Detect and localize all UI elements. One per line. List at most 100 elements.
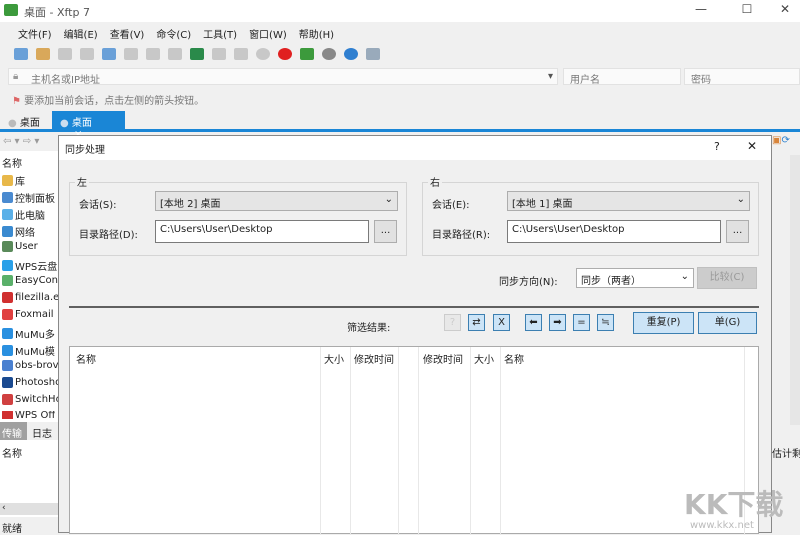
help-icon[interactable] (344, 48, 358, 60)
menu-bar: 文件(F) 编辑(E) 查看(V) 命令(C) 工具(T) 窗口(W) 帮助(H… (0, 22, 800, 42)
new-session-icon[interactable] (14, 48, 28, 60)
dialog-title-bar: 同步处理 ? ✕ (59, 136, 771, 160)
left-session-select[interactable]: [本地 2] 桌面 ⌄ (155, 191, 398, 211)
list-item[interactable]: 控制面板 (2, 190, 55, 205)
window-title: 桌面 - Xftp 7 (24, 6, 90, 19)
menu-command[interactable]: 命令(C) (150, 22, 197, 42)
sync-dialog: 同步处理 ? ✕ 左 会话(S): [本地 2] 桌面 ⌄ 目录路径(D): C:… (58, 135, 772, 535)
column-modified-left[interactable]: 修改时间 (354, 351, 394, 366)
connect-icon[interactable] (58, 48, 72, 60)
local-file-pane: ⇦ ▾ ⇨ ▾ 名称 库 控制面板 此电脑 网络 User WPS云盘 Easy… (0, 135, 65, 535)
column-estimated[interactable]: 估计剩 (772, 445, 800, 460)
list-item[interactable]: Foxmail (2, 309, 54, 320)
chat-icon[interactable] (366, 48, 380, 60)
transfer-column-name[interactable]: 名称 (2, 445, 22, 460)
xftp-icon[interactable] (300, 48, 314, 60)
right-path-label: 目录路径(R): (432, 230, 491, 241)
menu-file[interactable]: 文件(F) (12, 22, 58, 42)
direction-label: 同步方向(N): (499, 277, 558, 288)
menu-window[interactable]: 窗口(W) (243, 22, 293, 42)
list-item[interactable]: EasyConn (2, 275, 64, 286)
dialog-close-button[interactable]: ✕ (747, 139, 757, 153)
tab-label: 桌面 (19, 118, 40, 129)
dialog-title: 同步处理 (65, 145, 105, 156)
disconnect-icon[interactable] (80, 48, 94, 60)
refresh-icon[interactable]: ▣⟳ (772, 135, 800, 151)
menu-view[interactable]: 查看(V) (104, 22, 151, 42)
list-item[interactable]: WPS云盘 (2, 258, 57, 273)
session-settings-icon[interactable] (102, 48, 116, 60)
right-session-select[interactable]: [本地 1] 桌面 ⌄ (507, 191, 750, 211)
list-item[interactable]: MuMu模 (2, 343, 55, 358)
horizontal-scrollbar[interactable]: ‹ (0, 503, 58, 515)
upload-icon[interactable] (146, 48, 160, 60)
sync-file-list[interactable]: 名称 大小 修改时间 修改时间 大小 名称 (69, 346, 759, 535)
xftp-logo-icon (4, 4, 18, 16)
left-path-label: 目录路径(D): (79, 230, 138, 241)
arrow-flag-icon: ⚑ (12, 96, 21, 107)
chevron-down-icon[interactable]: ▾ (548, 71, 553, 82)
list-item[interactable]: 网络 (2, 224, 35, 239)
filter-unknown-button[interactable]: ? (444, 314, 461, 331)
divider (69, 306, 759, 308)
list-item[interactable]: SwitchHo (2, 394, 62, 405)
tab-desktop-1[interactable]: ● 桌面 (0, 111, 52, 131)
toolbar (0, 42, 800, 66)
column-size-right[interactable]: 大小 (474, 351, 494, 366)
record-icon[interactable] (256, 48, 270, 60)
list-item[interactable]: Photosho (2, 377, 61, 388)
right-browse-button[interactable]: ... (726, 220, 749, 243)
minimize-button[interactable]: — (686, 2, 716, 16)
menu-tools[interactable]: 工具(T) (197, 22, 243, 42)
list-item[interactable]: 库 (2, 173, 25, 188)
column-size-left[interactable]: 大小 (324, 351, 344, 366)
right-path-input[interactable]: C:\Users\User\Desktop (507, 220, 721, 243)
left-browse-button[interactable]: ... (374, 220, 397, 243)
left-path-input[interactable]: C:\Users\User\Desktop (155, 220, 369, 243)
compare-button[interactable]: 比较(C) (697, 267, 757, 289)
host-input[interactable]: 🔒︎ 主机名或IP地址 ▾ (8, 68, 558, 86)
help-button[interactable]: ? (714, 140, 720, 153)
tab-label: 桌面 (71, 118, 92, 129)
filter-left-button[interactable]: ⬅ (525, 314, 542, 331)
xshell-icon[interactable] (278, 48, 292, 60)
sync-icon[interactable] (190, 48, 204, 60)
filter-delete-button[interactable]: X (493, 314, 510, 331)
password-input[interactable]: 密码 (684, 68, 800, 86)
open-folder-icon[interactable] (36, 48, 50, 60)
tab-log[interactable]: 日志 (32, 425, 52, 440)
username-input[interactable]: 用户名 (563, 68, 681, 86)
close-button[interactable]: ✕ (770, 2, 800, 16)
list-item[interactable]: User (2, 241, 38, 252)
maximize-button[interactable]: ☐ (732, 2, 762, 16)
tab-desktop-2[interactable]: ● 桌面 × (52, 111, 125, 140)
list-item[interactable]: MuMu多 (2, 326, 55, 341)
column-name[interactable]: 名称 (2, 155, 22, 170)
menu-help[interactable]: 帮助(H) (293, 22, 340, 42)
gear-icon[interactable] (322, 48, 336, 60)
tab-transfer[interactable]: 传输 (0, 422, 27, 440)
column-name-right[interactable]: 名称 (504, 351, 524, 366)
single-button[interactable]: 单(G) (698, 312, 757, 334)
list-item[interactable]: filezilla.ex (2, 292, 65, 303)
filter-different-button[interactable]: ≒ (597, 314, 614, 331)
filter-right-button[interactable]: ➡ (549, 314, 566, 331)
list-item[interactable]: 此电脑 (2, 207, 45, 222)
nav-arrows[interactable]: ⇦ ▾ ⇨ ▾ (0, 135, 58, 151)
filter-equal-button[interactable]: = (573, 314, 590, 331)
list-item[interactable]: WPS Off (2, 411, 55, 419)
column-name-left[interactable]: 名称 (76, 351, 96, 366)
download-icon[interactable] (168, 48, 182, 60)
list-item[interactable]: obs-brov (2, 360, 59, 371)
status-bar: 就绪 (0, 517, 58, 535)
paste-icon[interactable] (234, 48, 248, 60)
terminal-icon[interactable] (124, 48, 138, 60)
filter-conflict-button[interactable]: ⇄ (468, 314, 485, 331)
direction-select[interactable]: 同步（两者） ⌄ (576, 268, 694, 288)
column-modified-right[interactable]: 修改时间 (423, 351, 463, 366)
menu-edit[interactable]: 编辑(E) (58, 22, 104, 42)
vertical-scrollbar[interactable] (790, 155, 800, 425)
copy-icon[interactable] (212, 48, 226, 60)
tab-bar: ● 桌面 ● 桌面 × (0, 111, 800, 140)
duplicate-button[interactable]: 重复(P) (633, 312, 694, 334)
